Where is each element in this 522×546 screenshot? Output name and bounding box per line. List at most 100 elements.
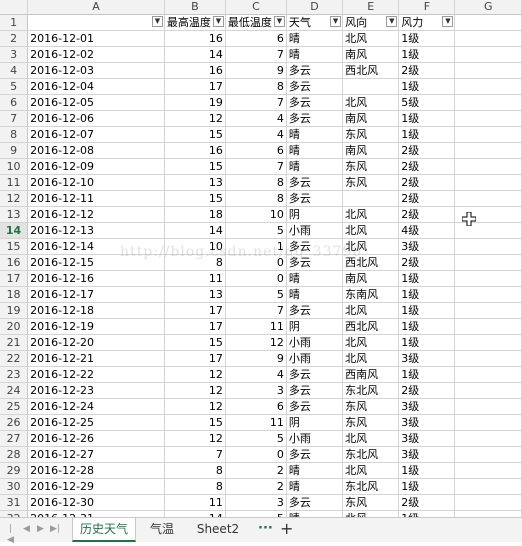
max-temp-cell[interactable]: 13: [164, 174, 226, 191]
dropdown-arrow-icon[interactable]: ▼: [273, 15, 285, 27]
wind-direction-cell[interactable]: 东北风: [342, 478, 400, 495]
empty-cell[interactable]: [454, 430, 522, 447]
empty-cell[interactable]: [454, 46, 522, 63]
max-temp-cell[interactable]: 13: [164, 286, 226, 303]
weather-cell[interactable]: 多云: [286, 174, 344, 191]
min-temp-cell[interactable]: 2: [225, 478, 287, 495]
min-temp-cell[interactable]: 7: [225, 158, 287, 175]
empty-cell[interactable]: [454, 302, 522, 319]
wind-direction-cell[interactable]: 北风: [342, 302, 400, 319]
max-temp-cell[interactable]: 17: [164, 350, 226, 367]
date-cell[interactable]: 2016-12-18: [27, 302, 165, 319]
spreadsheet-grid[interactable]: A B C D E F G 1 ▼ 最高温度 ▼ 最低温度 ▼ 天气 ▼ 风向 …: [0, 0, 522, 517]
weather-cell[interactable]: 小雨: [286, 430, 344, 447]
header-cell-max-temp[interactable]: 最高温度 ▼: [164, 14, 226, 31]
empty-cell[interactable]: [454, 110, 522, 127]
weather-cell[interactable]: 晴: [286, 30, 344, 47]
wind-force-cell[interactable]: 2级: [398, 158, 456, 175]
wind-force-cell[interactable]: 1级: [398, 126, 456, 143]
min-temp-cell[interactable]: 1: [225, 238, 287, 255]
dropdown-arrow-icon[interactable]: ▼: [442, 15, 454, 27]
date-cell[interactable]: 2016-12-12: [27, 206, 165, 223]
row-number[interactable]: 15: [0, 238, 29, 255]
wind-direction-cell[interactable]: 北风: [342, 510, 400, 517]
add-sheet-button[interactable]: +: [280, 518, 293, 542]
min-temp-cell[interactable]: 6: [225, 398, 287, 415]
weather-cell[interactable]: 多云: [286, 494, 344, 511]
weather-cell[interactable]: 晴: [286, 158, 344, 175]
row-number[interactable]: 11: [0, 174, 29, 191]
date-cell[interactable]: 2016-12-21: [27, 350, 165, 367]
max-temp-cell[interactable]: 15: [164, 158, 226, 175]
min-temp-cell[interactable]: 10: [225, 206, 287, 223]
empty-cell[interactable]: [454, 510, 522, 517]
wind-direction-cell[interactable]: 东风: [342, 494, 400, 511]
wind-force-cell[interactable]: 1级: [398, 462, 456, 479]
column-header-b[interactable]: B: [164, 0, 226, 15]
date-cell[interactable]: 2016-12-25: [27, 414, 165, 431]
min-temp-cell[interactable]: 4: [225, 126, 287, 143]
wind-force-cell[interactable]: 2级: [398, 174, 456, 191]
empty-cell[interactable]: [454, 414, 522, 431]
weather-cell[interactable]: 晴: [286, 478, 344, 495]
row-number[interactable]: 18: [0, 286, 29, 303]
min-temp-cell[interactable]: 6: [225, 30, 287, 47]
date-cell[interactable]: 2016-12-07: [27, 126, 165, 143]
min-temp-cell[interactable]: 2: [225, 462, 287, 479]
wind-force-cell[interactable]: 2级: [398, 382, 456, 399]
wind-force-cell[interactable]: 3级: [398, 238, 456, 255]
max-temp-cell[interactable]: 16: [164, 142, 226, 159]
empty-cell[interactable]: [454, 462, 522, 479]
max-temp-cell[interactable]: 19: [164, 94, 226, 111]
max-temp-cell[interactable]: 17: [164, 318, 226, 335]
empty-cell[interactable]: [454, 142, 522, 159]
date-cell[interactable]: 2016-12-06: [27, 110, 165, 127]
wind-direction-cell[interactable]: 东风: [342, 174, 400, 191]
row-number[interactable]: 8: [0, 126, 29, 143]
max-temp-cell[interactable]: 15: [164, 190, 226, 207]
date-cell[interactable]: 2016-12-14: [27, 238, 165, 255]
empty-cell[interactable]: [454, 158, 522, 175]
min-temp-cell[interactable]: 12: [225, 334, 287, 351]
max-temp-cell[interactable]: 12: [164, 382, 226, 399]
wind-direction-cell[interactable]: 北风: [342, 462, 400, 479]
max-temp-cell[interactable]: 10: [164, 238, 226, 255]
date-cell[interactable]: 2016-12-28: [27, 462, 165, 479]
max-temp-cell[interactable]: 12: [164, 430, 226, 447]
weather-cell[interactable]: 小雨: [286, 334, 344, 351]
row-number[interactable]: 17: [0, 270, 29, 287]
wind-force-cell[interactable]: 2级: [398, 190, 456, 207]
wind-force-cell[interactable]: 1级: [398, 46, 456, 63]
column-header-a[interactable]: A: [27, 0, 165, 15]
weather-cell[interactable]: 阴: [286, 318, 344, 335]
max-temp-cell[interactable]: 15: [164, 334, 226, 351]
weather-cell[interactable]: 晴: [286, 510, 344, 517]
wind-direction-cell[interactable]: 东北风: [342, 446, 400, 463]
row-number[interactable]: 30: [0, 478, 29, 495]
max-temp-cell[interactable]: 14: [164, 222, 226, 239]
wind-force-cell[interactable]: 2级: [398, 142, 456, 159]
min-temp-cell[interactable]: 5: [225, 286, 287, 303]
row-number[interactable]: 23: [0, 366, 29, 383]
date-cell[interactable]: 2016-12-26: [27, 430, 165, 447]
weather-cell[interactable]: 多云: [286, 110, 344, 127]
column-header-d[interactable]: D: [286, 0, 344, 15]
row-number[interactable]: 14: [0, 222, 29, 239]
row-number[interactable]: 6: [0, 94, 29, 111]
prev-sheet-icon[interactable]: ◀: [22, 524, 31, 535]
weather-cell[interactable]: 阴: [286, 206, 344, 223]
max-temp-cell[interactable]: 16: [164, 62, 226, 79]
date-cell[interactable]: 2016-12-27: [27, 446, 165, 463]
date-cell[interactable]: 2016-12-02: [27, 46, 165, 63]
date-cell[interactable]: 2016-12-19: [27, 318, 165, 335]
wind-direction-cell[interactable]: 北风: [342, 238, 400, 255]
wind-direction-cell[interactable]: 东风: [342, 414, 400, 431]
min-temp-cell[interactable]: 5: [225, 510, 287, 517]
wind-direction-cell[interactable]: 北风: [342, 30, 400, 47]
wind-force-cell[interactable]: 1级: [398, 366, 456, 383]
wind-direction-cell[interactable]: 西北风: [342, 318, 400, 335]
wind-direction-cell[interactable]: 东风: [342, 398, 400, 415]
min-temp-cell[interactable]: 5: [225, 222, 287, 239]
date-cell[interactable]: 2016-12-05: [27, 94, 165, 111]
weather-cell[interactable]: 多云: [286, 94, 344, 111]
